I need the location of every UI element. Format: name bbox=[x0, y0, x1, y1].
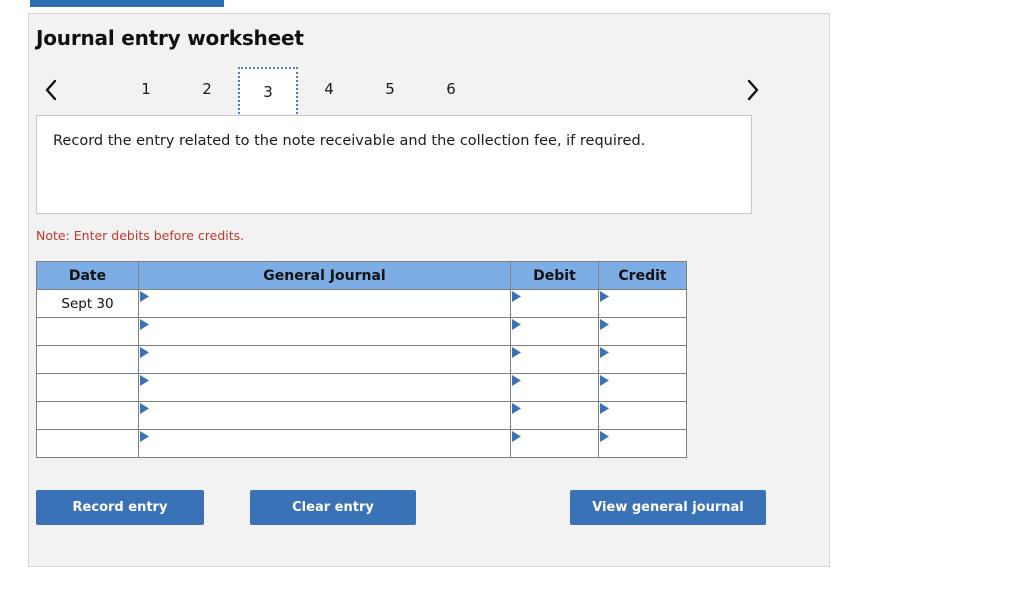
dropdown-triangle-icon[interactable] bbox=[600, 291, 609, 302]
worksheet-tab-3[interactable]: 3 bbox=[238, 67, 298, 114]
worksheet-tab-label: 3 bbox=[263, 82, 273, 101]
column-header-debit: Debit bbox=[510, 261, 599, 290]
cell-date-value: Sept 30 bbox=[61, 295, 114, 312]
dropdown-triangle-icon[interactable] bbox=[512, 403, 521, 414]
worksheet-tab-4[interactable]: 4 bbox=[299, 67, 359, 111]
cell-date[interactable] bbox=[36, 429, 139, 458]
worksheet-tab-5[interactable]: 5 bbox=[360, 67, 420, 111]
dropdown-triangle-icon[interactable] bbox=[512, 347, 521, 358]
dropdown-triangle-icon[interactable] bbox=[140, 431, 149, 442]
dropdown-triangle-icon[interactable] bbox=[140, 347, 149, 358]
cell-credit[interactable] bbox=[598, 317, 687, 346]
table-row bbox=[36, 401, 687, 430]
cell-general-journal[interactable] bbox=[138, 401, 511, 430]
table-header-row: Date General Journal Debit Credit bbox=[36, 261, 687, 290]
worksheet-tab-strip: 1 2 3 4 5 6 bbox=[36, 65, 766, 117]
dropdown-triangle-icon[interactable] bbox=[512, 319, 521, 330]
cell-credit[interactable] bbox=[598, 289, 687, 318]
dropdown-triangle-icon[interactable] bbox=[512, 375, 521, 386]
cell-general-journal[interactable] bbox=[138, 289, 511, 318]
cell-debit[interactable] bbox=[510, 401, 599, 430]
worksheet-tab-2[interactable]: 2 bbox=[177, 67, 237, 111]
cell-credit[interactable] bbox=[598, 345, 687, 374]
worksheet-tab-label: 6 bbox=[446, 80, 456, 98]
cell-debit[interactable] bbox=[510, 373, 599, 402]
worksheet-tab-label: 2 bbox=[202, 80, 212, 98]
cell-credit[interactable] bbox=[598, 429, 687, 458]
dropdown-triangle-icon[interactable] bbox=[140, 403, 149, 414]
cell-date[interactable] bbox=[36, 401, 139, 430]
cell-debit[interactable] bbox=[510, 429, 599, 458]
worksheet-tab-1[interactable]: 1 bbox=[116, 67, 176, 111]
debits-before-credits-note: Note: Enter debits before credits. bbox=[36, 228, 245, 243]
cell-date[interactable]: Sept 30 bbox=[36, 289, 139, 318]
column-header-credit: Credit bbox=[598, 261, 687, 290]
column-header-date: Date bbox=[36, 261, 139, 290]
clear-entry-button[interactable]: Clear entry bbox=[250, 490, 416, 525]
worksheet-tab-6[interactable]: 6 bbox=[421, 67, 481, 111]
cell-general-journal[interactable] bbox=[138, 317, 511, 346]
view-general-journal-button[interactable]: View general journal bbox=[570, 490, 766, 525]
instruction-text: Record the entry related to the note rec… bbox=[53, 133, 646, 149]
table-row bbox=[36, 373, 687, 402]
cell-debit[interactable] bbox=[510, 345, 599, 374]
worksheet-tab-label: 4 bbox=[324, 80, 334, 98]
page-title: Journal entry worksheet bbox=[36, 26, 304, 50]
cell-date[interactable] bbox=[36, 317, 139, 346]
worksheet-tab-label: 5 bbox=[385, 80, 395, 98]
table-row bbox=[36, 429, 687, 458]
next-page-button[interactable] bbox=[740, 75, 766, 105]
cell-general-journal[interactable] bbox=[138, 429, 511, 458]
table-row: Sept 30 bbox=[36, 289, 687, 318]
worksheet-tab-label: 1 bbox=[141, 80, 151, 98]
dropdown-triangle-icon[interactable] bbox=[140, 291, 149, 302]
dropdown-triangle-icon[interactable] bbox=[600, 375, 609, 386]
cell-credit[interactable] bbox=[598, 373, 687, 402]
dropdown-triangle-icon[interactable] bbox=[600, 319, 609, 330]
journal-table-body: Sept 30 bbox=[36, 289, 687, 458]
dropdown-triangle-icon[interactable] bbox=[140, 375, 149, 386]
cell-debit[interactable] bbox=[510, 289, 599, 318]
top-bar-fragment bbox=[30, 0, 224, 7]
dropdown-triangle-icon[interactable] bbox=[600, 431, 609, 442]
cell-date[interactable] bbox=[36, 373, 139, 402]
cell-debit[interactable] bbox=[510, 317, 599, 346]
cell-date[interactable] bbox=[36, 345, 139, 374]
dropdown-triangle-icon[interactable] bbox=[600, 347, 609, 358]
column-header-general-journal: General Journal bbox=[138, 261, 511, 290]
table-row bbox=[36, 317, 687, 346]
previous-page-button[interactable] bbox=[38, 75, 64, 105]
cell-general-journal[interactable] bbox=[138, 345, 511, 374]
dropdown-triangle-icon[interactable] bbox=[512, 431, 521, 442]
instruction-box: Record the entry related to the note rec… bbox=[36, 115, 752, 214]
cell-general-journal[interactable] bbox=[138, 373, 511, 402]
dropdown-triangle-icon[interactable] bbox=[512, 291, 521, 302]
record-entry-button[interactable]: Record entry bbox=[36, 490, 204, 525]
table-row bbox=[36, 345, 687, 374]
journal-entry-table: Date General Journal Debit Credit Sept 3… bbox=[36, 261, 687, 458]
dropdown-triangle-icon[interactable] bbox=[140, 319, 149, 330]
chevron-left-icon bbox=[43, 79, 59, 101]
chevron-right-icon bbox=[745, 79, 761, 101]
cell-credit[interactable] bbox=[598, 401, 687, 430]
dropdown-triangle-icon[interactable] bbox=[600, 403, 609, 414]
